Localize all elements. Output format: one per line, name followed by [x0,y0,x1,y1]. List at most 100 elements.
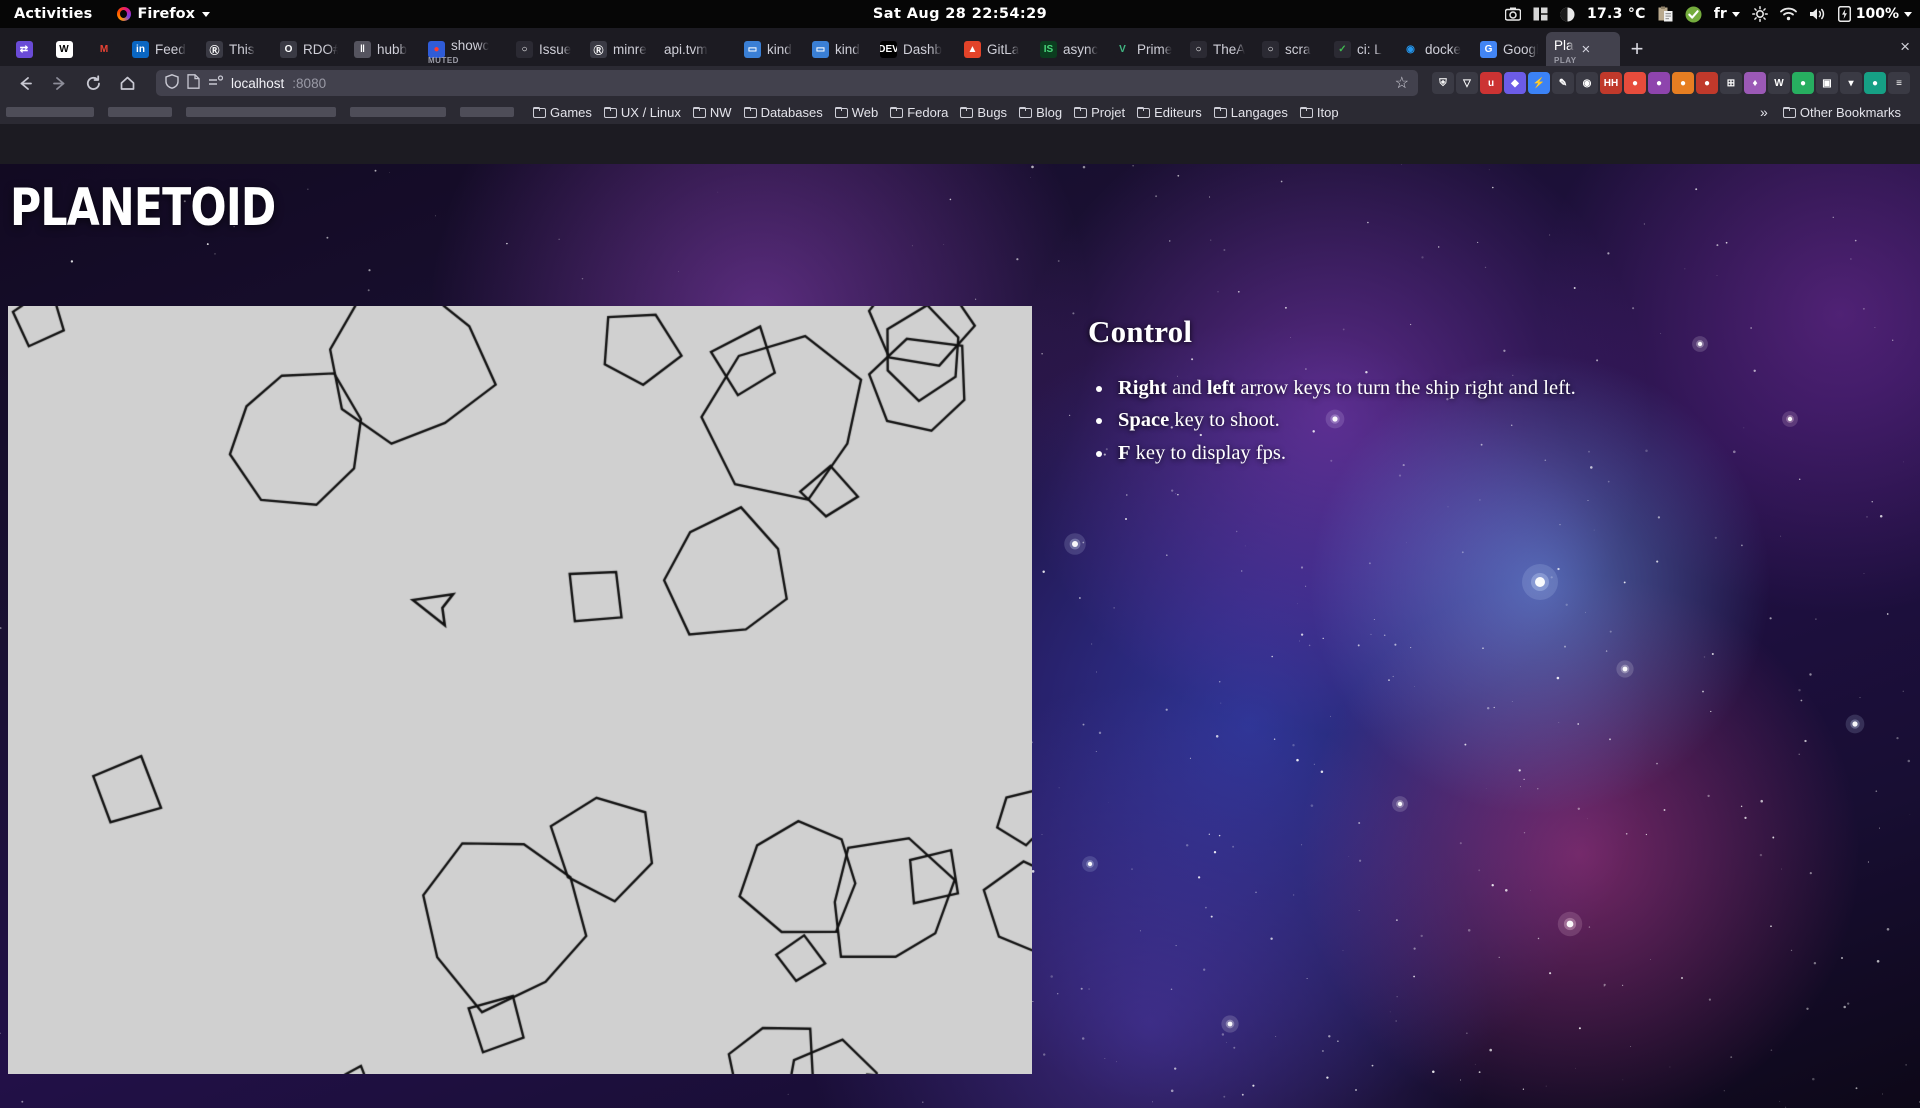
dot1-icon[interactable]: ● [1648,72,1670,94]
bookmark-item-blurred[interactable] [350,107,446,117]
back-button[interactable] [10,69,40,97]
bookmarks-overflow-button[interactable]: » [1752,104,1776,120]
flash-icon[interactable]: ⚡ [1528,72,1550,94]
bookmark-item-blurred[interactable] [6,107,94,117]
chevron-down-icon[interactable]: ▾ [1840,72,1862,94]
forward-button[interactable] [44,69,74,97]
bookmark-folder[interactable]: Fedora [885,103,953,122]
browser-tab[interactable]: ✓ci: L [1326,32,1394,66]
browser-tab[interactable]: ○scra [1254,32,1326,66]
browser-tab[interactable]: VPrime [1106,32,1182,66]
browser-tab[interactable]: M [84,32,124,66]
clipboard-icon[interactable] [1658,6,1673,22]
ublock-icon[interactable]: u [1480,72,1502,94]
url-bar[interactable]: localhost :8080 ☆ [156,70,1418,96]
bookmark-star-icon[interactable]: ☆ [1395,73,1409,93]
swap-icon: ⇄ [16,41,33,58]
page-icon[interactable] [187,74,200,92]
tab-label: This [229,42,255,57]
game-area[interactable] [8,306,1032,1074]
globe-icon[interactable]: ● [1792,72,1814,94]
other-bookmarks-folder[interactable]: Other Bookmarks [1778,103,1906,122]
keyboard-language[interactable]: fr [1714,6,1740,22]
browser-tab[interactable]: ‖hubb [346,32,420,66]
browser-tab[interactable]: GGoogl [1472,32,1546,66]
browser-tab[interactable]: DEVDashb [872,32,956,66]
wifi-icon[interactable] [1780,7,1797,21]
browser-tab[interactable]: ISasync [1032,32,1106,66]
game-canvas[interactable] [8,306,1032,1074]
browser-tab[interactable]: ORDO# [272,32,346,66]
layout-icon[interactable] [1533,7,1548,21]
bookmark-folder[interactable]: Editeurs [1132,103,1207,122]
w-icon[interactable]: W [1768,72,1790,94]
hh-icon[interactable]: HH [1600,72,1622,94]
bookmark-item-blurred[interactable] [460,107,514,117]
shield-icon[interactable] [165,74,179,92]
control-key: F [1118,442,1131,464]
bookmark-label: Web [852,105,879,120]
bookmark-folder[interactable]: Langages [1209,103,1293,122]
brightness-icon[interactable] [1752,6,1768,22]
grid-icon[interactable]: ⊞ [1720,72,1742,94]
bookmark-folder[interactable]: Bugs [955,103,1012,122]
browser-tab[interactable]: ▲GitLa [956,32,1032,66]
eye-icon[interactable]: ◉ [1576,72,1598,94]
battery-indicator[interactable]: 100% [1838,6,1912,22]
bookmark-folder[interactable]: Projet [1069,103,1130,122]
activities-button[interactable]: Activities [0,6,107,22]
browser-tab[interactable]: PlaPLAY× [1546,32,1620,66]
browser-tab[interactable]: api.tvm [656,32,736,66]
new-tab-button[interactable]: + [1620,32,1654,66]
bookmark-folder[interactable]: Games [528,103,597,122]
browser-tab[interactable]: ▭kind [804,32,872,66]
bookmark-folder[interactable]: Blog [1014,103,1067,122]
browser-tab[interactable]: W [44,32,84,66]
check-circle-icon[interactable] [1685,6,1702,23]
home-button[interactable] [112,69,142,97]
dot2-icon[interactable]: ● [1672,72,1694,94]
control-list-item: F key to display fps. [1114,437,1848,469]
circle-icon[interactable]: ● [1864,72,1886,94]
bookmark-folder[interactable]: Web [830,103,884,122]
github-icon: ○ [516,41,533,58]
tab-label: Googl [1503,42,1538,57]
dot3-icon[interactable]: ● [1696,72,1718,94]
browser-tab[interactable]: ◉docke [1394,32,1472,66]
browser-tab[interactable]: Ⓡminre [582,32,656,66]
browser-tab[interactable]: ▭kind [736,32,804,66]
shield-icon[interactable]: ⛨ [1432,72,1454,94]
bookmark-folder[interactable]: NW [688,103,737,122]
browser-tab[interactable]: ⓇThis [198,32,272,66]
reader-icon[interactable] [208,75,223,91]
chevron-down-icon [1904,12,1912,17]
bookmark-folder[interactable]: UX / Linux [599,103,686,122]
browser-tab[interactable]: ●showcMUTED [420,32,508,66]
menu-icon[interactable]: ≡ [1888,72,1910,94]
gem-icon[interactable]: ♦ [1744,72,1766,94]
bookmark-folder[interactable]: Databases [739,103,828,122]
bookmark-folder[interactable]: Itop [1295,103,1344,122]
pen-icon[interactable]: ✎ [1552,72,1574,94]
camera-icon[interactable] [1505,7,1521,21]
bookmark-item-blurred[interactable] [108,107,172,117]
url-bar-actions: ☆ [1395,73,1409,93]
volume-icon[interactable] [1809,7,1826,21]
browser-tab[interactable]: inFeed [124,32,198,66]
folder-icon [1019,107,1032,118]
clock[interactable]: Sat Aug 28 22:54:29 [873,6,1047,22]
bookmark-item-blurred[interactable] [186,107,336,117]
vue-icon: V [1114,41,1131,58]
reload-button[interactable] [78,69,108,97]
bookmark-label: Games [550,105,592,120]
window-close-button[interactable]: × [1900,37,1910,57]
pocket-icon[interactable]: ▽ [1456,72,1478,94]
browser-tab[interactable]: ○Issue [508,32,582,66]
box-icon[interactable]: ▣ [1816,72,1838,94]
search-icon[interactable]: ● [1624,72,1646,94]
browser-tab[interactable]: ○TheA [1182,32,1254,66]
badge-icon[interactable]: ◆ [1504,72,1526,94]
browser-tab[interactable]: ⇄ [4,32,44,66]
tab-close-button[interactable]: × [1582,42,1591,57]
app-menu-firefox[interactable]: Firefox [107,6,220,22]
